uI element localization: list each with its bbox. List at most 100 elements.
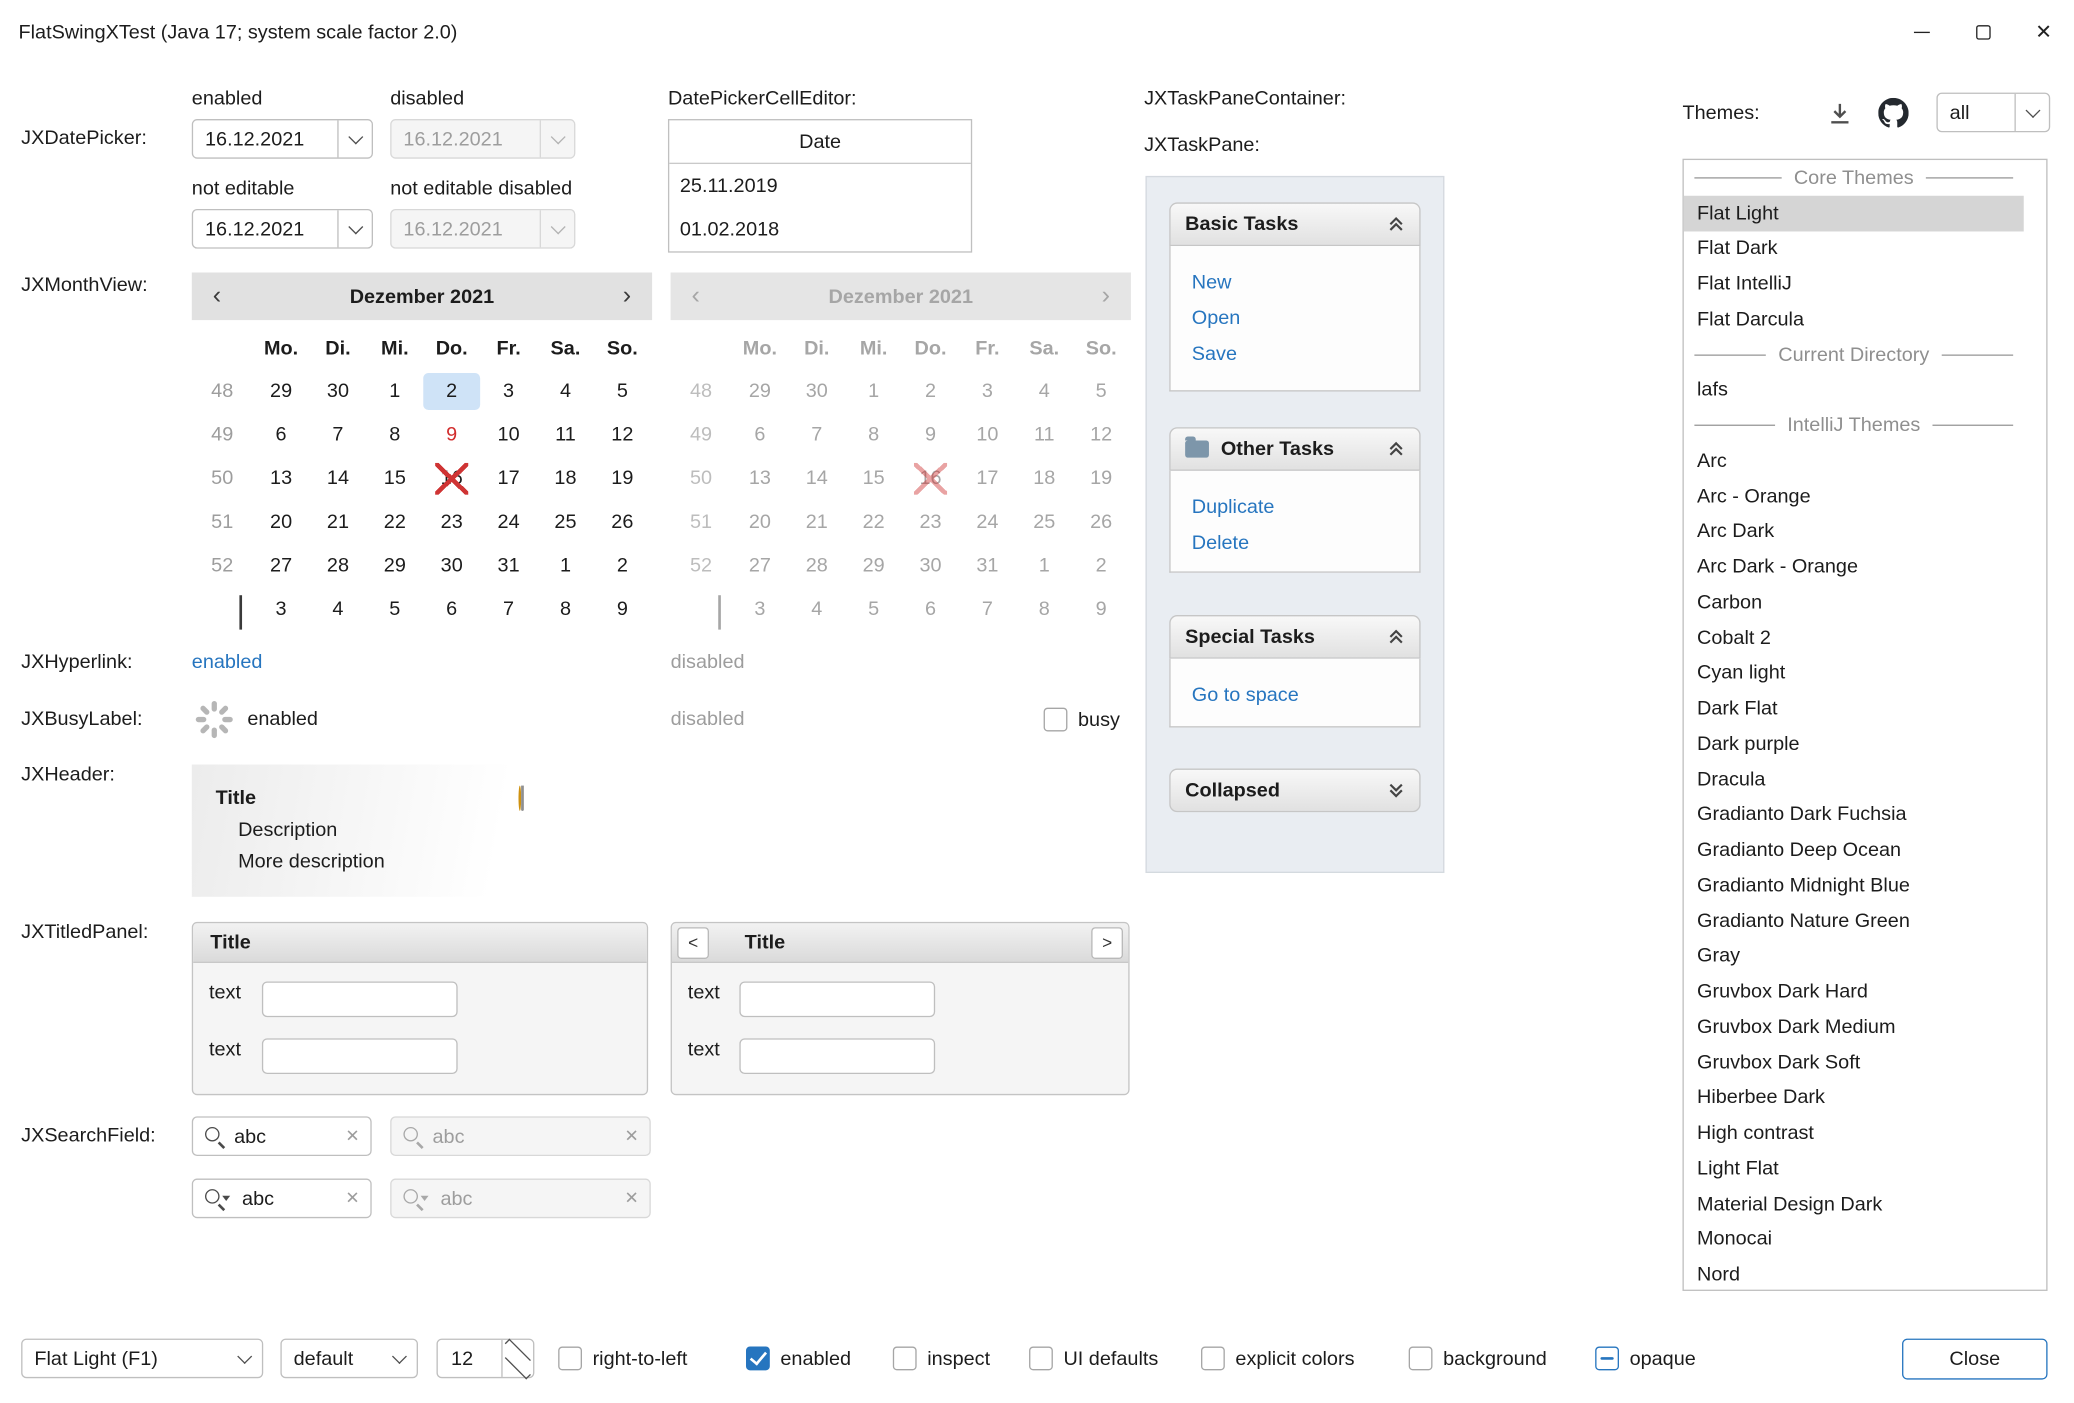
calendar-day[interactable]: 28 <box>310 547 367 584</box>
checkbox-background[interactable]: background <box>1409 1339 1547 1379</box>
calendar-day[interactable]: 9 <box>423 416 480 453</box>
laf-combo[interactable]: Flat Light (F1) <box>21 1339 263 1379</box>
chevron-down-icon[interactable] <box>337 210 371 247</box>
calendar-day[interactable]: 7 <box>480 591 537 628</box>
checkbox-box[interactable] <box>1201 1347 1225 1371</box>
theme-item[interactable]: Gradianto Dark Fuchsia <box>1684 797 2024 832</box>
table-row[interactable]: 01.02.2018 <box>669 208 971 252</box>
checkbox-box[interactable] <box>1409 1347 1433 1371</box>
theme-item[interactable]: Flat Darcula <box>1684 302 2024 337</box>
collapse-chevron-icon[interactable] <box>1388 216 1405 233</box>
calendar-day[interactable]: 16 <box>423 460 480 497</box>
theme-item[interactable]: Gradianto Nature Green <box>1684 903 2024 938</box>
text-input[interactable] <box>739 981 935 1017</box>
chevron-down-icon[interactable] <box>228 1340 262 1377</box>
calendar-day[interactable]: 31 <box>480 547 537 584</box>
busy-checkbox[interactable] <box>1044 708 1068 732</box>
theme-item[interactable]: Flat Dark <box>1684 231 2024 266</box>
task-link-save[interactable]: Save <box>1192 336 1420 372</box>
calendar-day[interactable]: 6 <box>423 591 480 628</box>
task-link-new[interactable]: New <box>1192 265 1420 301</box>
search-text[interactable]: abc <box>242 1187 345 1209</box>
clear-icon[interactable]: ✕ <box>345 1188 359 1209</box>
search-field-with-menu[interactable]: abc ✕ <box>192 1179 372 1219</box>
calendar-day[interactable]: 18 <box>537 460 594 497</box>
theme-item[interactable]: Gradianto Midnight Blue <box>1684 868 2024 903</box>
calendar-day[interactable]: 19 <box>594 460 651 497</box>
clear-icon[interactable]: ✕ <box>345 1126 359 1147</box>
theme-item[interactable]: Carbon <box>1684 585 2024 620</box>
task-link-open[interactable]: Open <box>1192 300 1420 336</box>
text-input[interactable] <box>739 1038 935 1074</box>
calendar-day[interactable]: 30 <box>423 547 480 584</box>
calendar-day[interactable]: 3 <box>480 372 537 409</box>
theme-item[interactable]: Cobalt 2 <box>1684 620 2024 655</box>
checkbox-box[interactable] <box>746 1347 770 1371</box>
checkbox-box[interactable] <box>1029 1347 1053 1371</box>
theme-item[interactable]: Dark Flat <box>1684 691 2024 726</box>
calendar-day[interactable]: 12 <box>594 416 651 453</box>
calendar-day[interactable]: 24 <box>480 503 537 540</box>
calendar-day[interactable]: 6 <box>253 416 310 453</box>
expand-chevron-icon[interactable] <box>1388 782 1405 799</box>
font-combo[interactable]: default <box>280 1339 418 1379</box>
calendar-day[interactable]: 27 <box>253 547 310 584</box>
calendar-day[interactable]: 2 <box>594 547 651 584</box>
table-row[interactable]: 25.11.2019 <box>669 164 971 208</box>
task-link-go-to-space[interactable]: Go to space <box>1192 677 1420 713</box>
search-text[interactable]: abc <box>234 1125 345 1147</box>
theme-item[interactable]: Gruvbox Dark Soft <box>1684 1045 2024 1080</box>
calendar-day[interactable]: 3 <box>253 591 310 628</box>
calendar-day[interactable]: 17 <box>480 460 537 497</box>
calendar-day[interactable]: 1 <box>366 372 423 409</box>
checkbox-right-to-left[interactable]: right-to-left <box>558 1339 687 1379</box>
text-input[interactable] <box>262 1038 458 1074</box>
calendar-day[interactable]: 8 <box>366 416 423 453</box>
chevron-down-icon[interactable] <box>337 120 371 157</box>
task-link-delete[interactable]: Delete <box>1192 525 1420 561</box>
next-month-icon[interactable]: › <box>602 272 652 320</box>
theme-item[interactable]: lafs <box>1684 372 2024 407</box>
minimize-button[interactable] <box>1891 0 1952 63</box>
theme-item[interactable]: Flat Light <box>1684 195 2024 230</box>
taskpane-header[interactable]: Other Tasks <box>1169 427 1420 471</box>
theme-item[interactable]: Dracula <box>1684 762 2024 797</box>
theme-item[interactable]: Arc Dark <box>1684 514 2024 549</box>
theme-item[interactable]: Arc <box>1684 443 2024 478</box>
calendar-day[interactable]: 8 <box>537 591 594 628</box>
taskpane-header[interactable]: Collapsed <box>1169 768 1420 812</box>
calendar-day[interactable]: 1 <box>537 547 594 584</box>
checkbox-box[interactable] <box>893 1347 917 1371</box>
taskpane-header[interactable]: Basic Tasks <box>1169 202 1420 246</box>
calendar-day[interactable]: 9 <box>594 591 651 628</box>
theme-list[interactable]: Core ThemesFlat LightFlat DarkFlat Intel… <box>1682 159 2047 1291</box>
datepicker-not-editable[interactable]: 16.12.2021 <box>192 209 373 249</box>
calendar-day[interactable]: 2 <box>423 372 480 409</box>
calendar-day[interactable]: 7 <box>310 416 367 453</box>
search-menu-icon[interactable] <box>204 1188 233 1209</box>
checkbox-box[interactable] <box>1595 1347 1619 1371</box>
checkbox-opaque[interactable]: opaque <box>1595 1339 1696 1379</box>
chevron-down-icon[interactable] <box>382 1340 416 1377</box>
calendar-day[interactable]: 25 <box>537 503 594 540</box>
calendar-day[interactable]: 4 <box>310 591 367 628</box>
checkbox-explicit-colors[interactable]: explicit colors <box>1201 1339 1354 1379</box>
theme-item[interactable]: Monocai <box>1684 1222 2024 1257</box>
maximize-button[interactable] <box>1952 0 2013 63</box>
calendar-day[interactable]: 5 <box>366 591 423 628</box>
theme-item[interactable]: Nord <box>1684 1257 2024 1291</box>
theme-item[interactable]: Dark purple <box>1684 726 2024 761</box>
theme-item[interactable]: Hiberbee Dark <box>1684 1080 2024 1115</box>
datepicker-enabled[interactable]: 16.12.2021 <box>192 119 373 159</box>
calendar-day[interactable]: 4 <box>537 372 594 409</box>
task-link-duplicate[interactable]: Duplicate <box>1192 489 1420 525</box>
calendar-day[interactable]: 21 <box>310 503 367 540</box>
prev-month-icon[interactable]: ‹ <box>192 272 242 320</box>
theme-item[interactable]: Material Design Dark <box>1684 1186 2024 1221</box>
panel-prev-button[interactable]: < <box>677 927 709 959</box>
table-column-header[interactable]: Date <box>669 120 971 164</box>
theme-item[interactable]: Gradianto Deep Ocean <box>1684 832 2024 867</box>
text-input[interactable] <box>262 981 458 1017</box>
hyperlink-enabled[interactable]: enabled <box>192 651 263 673</box>
chevron-down-icon[interactable] <box>2014 94 2048 131</box>
